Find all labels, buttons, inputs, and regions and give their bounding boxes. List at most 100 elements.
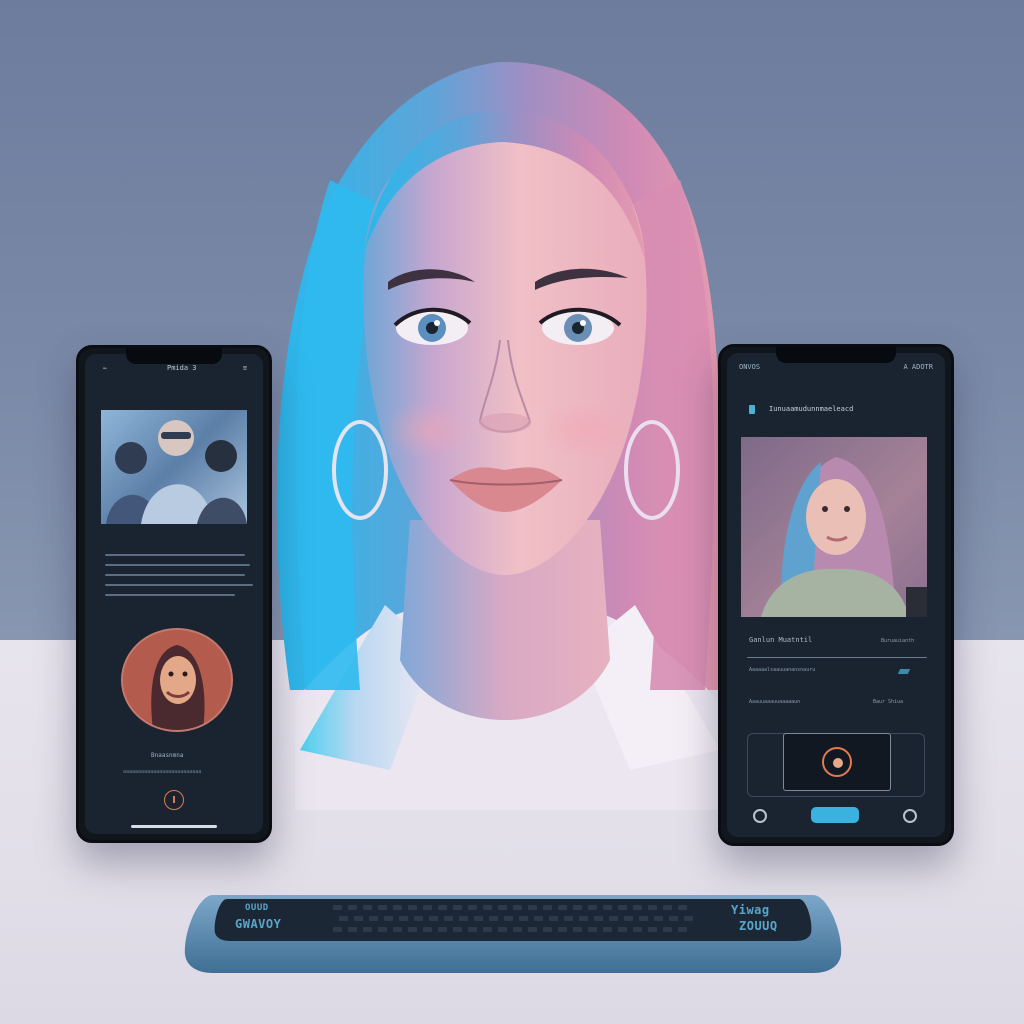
keyboard-key[interactable] [333, 927, 342, 932]
keyboard-key[interactable] [573, 927, 582, 932]
keyboard-key[interactable] [378, 905, 387, 910]
keyboard-key[interactable] [453, 905, 462, 910]
keyboard-key[interactable] [639, 916, 648, 921]
keyboard-key[interactable] [483, 927, 492, 932]
keyboard-key[interactable] [363, 905, 372, 910]
status-right: A ADOTR [903, 363, 933, 371]
settings-icon[interactable] [903, 809, 917, 823]
status-left: ONVOS [739, 363, 761, 371]
profile-avatar[interactable] [121, 628, 233, 732]
menu-icon[interactable]: ≡ [243, 364, 247, 372]
text-line [105, 564, 250, 566]
keyboard-key[interactable] [678, 905, 687, 910]
keyboard-key[interactable] [489, 916, 498, 921]
keyboard-key[interactable] [459, 916, 468, 921]
keyboard-key[interactable] [348, 905, 357, 910]
keyboard-key[interactable] [618, 905, 627, 910]
keyboard-key[interactable] [414, 916, 423, 921]
group-photo[interactable] [101, 410, 247, 524]
keyboard-key[interactable] [453, 927, 462, 932]
keyboard-key[interactable] [624, 916, 633, 921]
keyboard-key[interactable] [438, 927, 447, 932]
keyboard-key[interactable] [354, 916, 363, 921]
keyboard-key[interactable] [423, 927, 432, 932]
keyboard-key[interactable] [384, 916, 393, 921]
keyboard-key[interactable] [549, 916, 558, 921]
keyboard-key[interactable] [438, 905, 447, 910]
keyboard-key[interactable] [528, 905, 537, 910]
keyboard-key[interactable] [678, 927, 687, 932]
keyboard-key[interactable] [378, 927, 387, 932]
keyboard-key[interactable] [393, 905, 402, 910]
keyboard-key[interactable] [369, 916, 378, 921]
camera-viewfinder[interactable] [783, 733, 891, 791]
keyboard-key[interactable] [543, 905, 552, 910]
keyboard-key[interactable] [594, 916, 603, 921]
keyboard-key[interactable] [684, 916, 693, 921]
keyboard-key[interactable] [648, 905, 657, 910]
keyboard-key[interactable] [429, 916, 438, 921]
keyboard-key[interactable] [333, 905, 342, 910]
text-line [105, 584, 253, 586]
avatar-subcaption: aaaaaaaaaaaaaaaaaaaaaaaaaa [123, 769, 202, 775]
keyboard-key[interactable] [513, 905, 522, 910]
record-button[interactable] [164, 790, 184, 810]
phone-notch [776, 347, 896, 363]
keyboard-key[interactable] [564, 916, 573, 921]
keyboard-key[interactable] [408, 927, 417, 932]
keyboard-key[interactable] [573, 905, 582, 910]
keyboard-key[interactable] [618, 927, 627, 932]
keyboard-key[interactable] [603, 927, 612, 932]
keyboard-key[interactable] [363, 927, 372, 932]
keyboard-key[interactable] [558, 927, 567, 932]
primary-action-button[interactable] [811, 807, 859, 823]
keyboard-key[interactable] [654, 916, 663, 921]
keyboard-key[interactable] [663, 905, 672, 910]
keyboard-key[interactable] [504, 916, 513, 921]
keyboard-key[interactable] [528, 927, 537, 932]
home-indicator [131, 825, 217, 828]
keyboard-key[interactable] [498, 905, 507, 910]
right-phone-screen: ONVOS A ADOTR Iunuaamudunnmaeleacd Ganlu… [727, 353, 945, 837]
keyboard-key[interactable] [399, 916, 408, 921]
send-icon[interactable] [897, 669, 911, 674]
keyboard-key[interactable] [408, 905, 417, 910]
keyboard-key[interactable] [483, 905, 492, 910]
chat-icon[interactable] [753, 809, 767, 823]
keyboard-key[interactable] [558, 905, 567, 910]
camera-icon[interactable] [822, 747, 852, 777]
profile-icon[interactable] [749, 405, 755, 414]
keyboard-key[interactable] [648, 927, 657, 932]
keyboard-key[interactable] [513, 927, 522, 932]
keyboard-key[interactable] [444, 916, 453, 921]
keyboard-key[interactable] [348, 927, 357, 932]
keyboard-key[interactable] [609, 916, 618, 921]
header-title: Pmida 3 [167, 364, 197, 372]
keyboard-key[interactable] [588, 927, 597, 932]
woman-portrait [276, 61, 721, 810]
keyboard-key[interactable] [393, 927, 402, 932]
right-phone: ONVOS A ADOTR Iunuaamudunnmaeleacd Ganlu… [718, 344, 954, 846]
keyboard-key[interactable] [468, 905, 477, 910]
keyboard-key[interactable] [498, 927, 507, 932]
portrait-photo[interactable] [741, 437, 927, 617]
keyboard-key[interactable] [603, 905, 612, 910]
keyboard-key[interactable] [468, 927, 477, 932]
keyboard-key[interactable] [663, 927, 672, 932]
keyboard-key[interactable] [633, 927, 642, 932]
keyboard-key[interactable] [543, 927, 552, 932]
keyboard-key[interactable] [579, 916, 588, 921]
keyboard-key[interactable] [534, 916, 543, 921]
keyboard-key[interactable] [423, 905, 432, 910]
keyboard: OUUD GWAVOY Yiwag ZOUUQ [183, 893, 843, 973]
keyboard-key[interactable] [474, 916, 483, 921]
keyboard-key[interactable] [588, 905, 597, 910]
keyboard-key[interactable] [669, 916, 678, 921]
row1-right: Buruauianth [881, 638, 915, 644]
row3-right: Baur Shiua [873, 699, 904, 705]
back-icon[interactable]: ← [103, 364, 107, 372]
keyboard-key[interactable] [339, 916, 348, 921]
record-icon [173, 796, 175, 803]
keyboard-key[interactable] [633, 905, 642, 910]
keyboard-key[interactable] [519, 916, 528, 921]
